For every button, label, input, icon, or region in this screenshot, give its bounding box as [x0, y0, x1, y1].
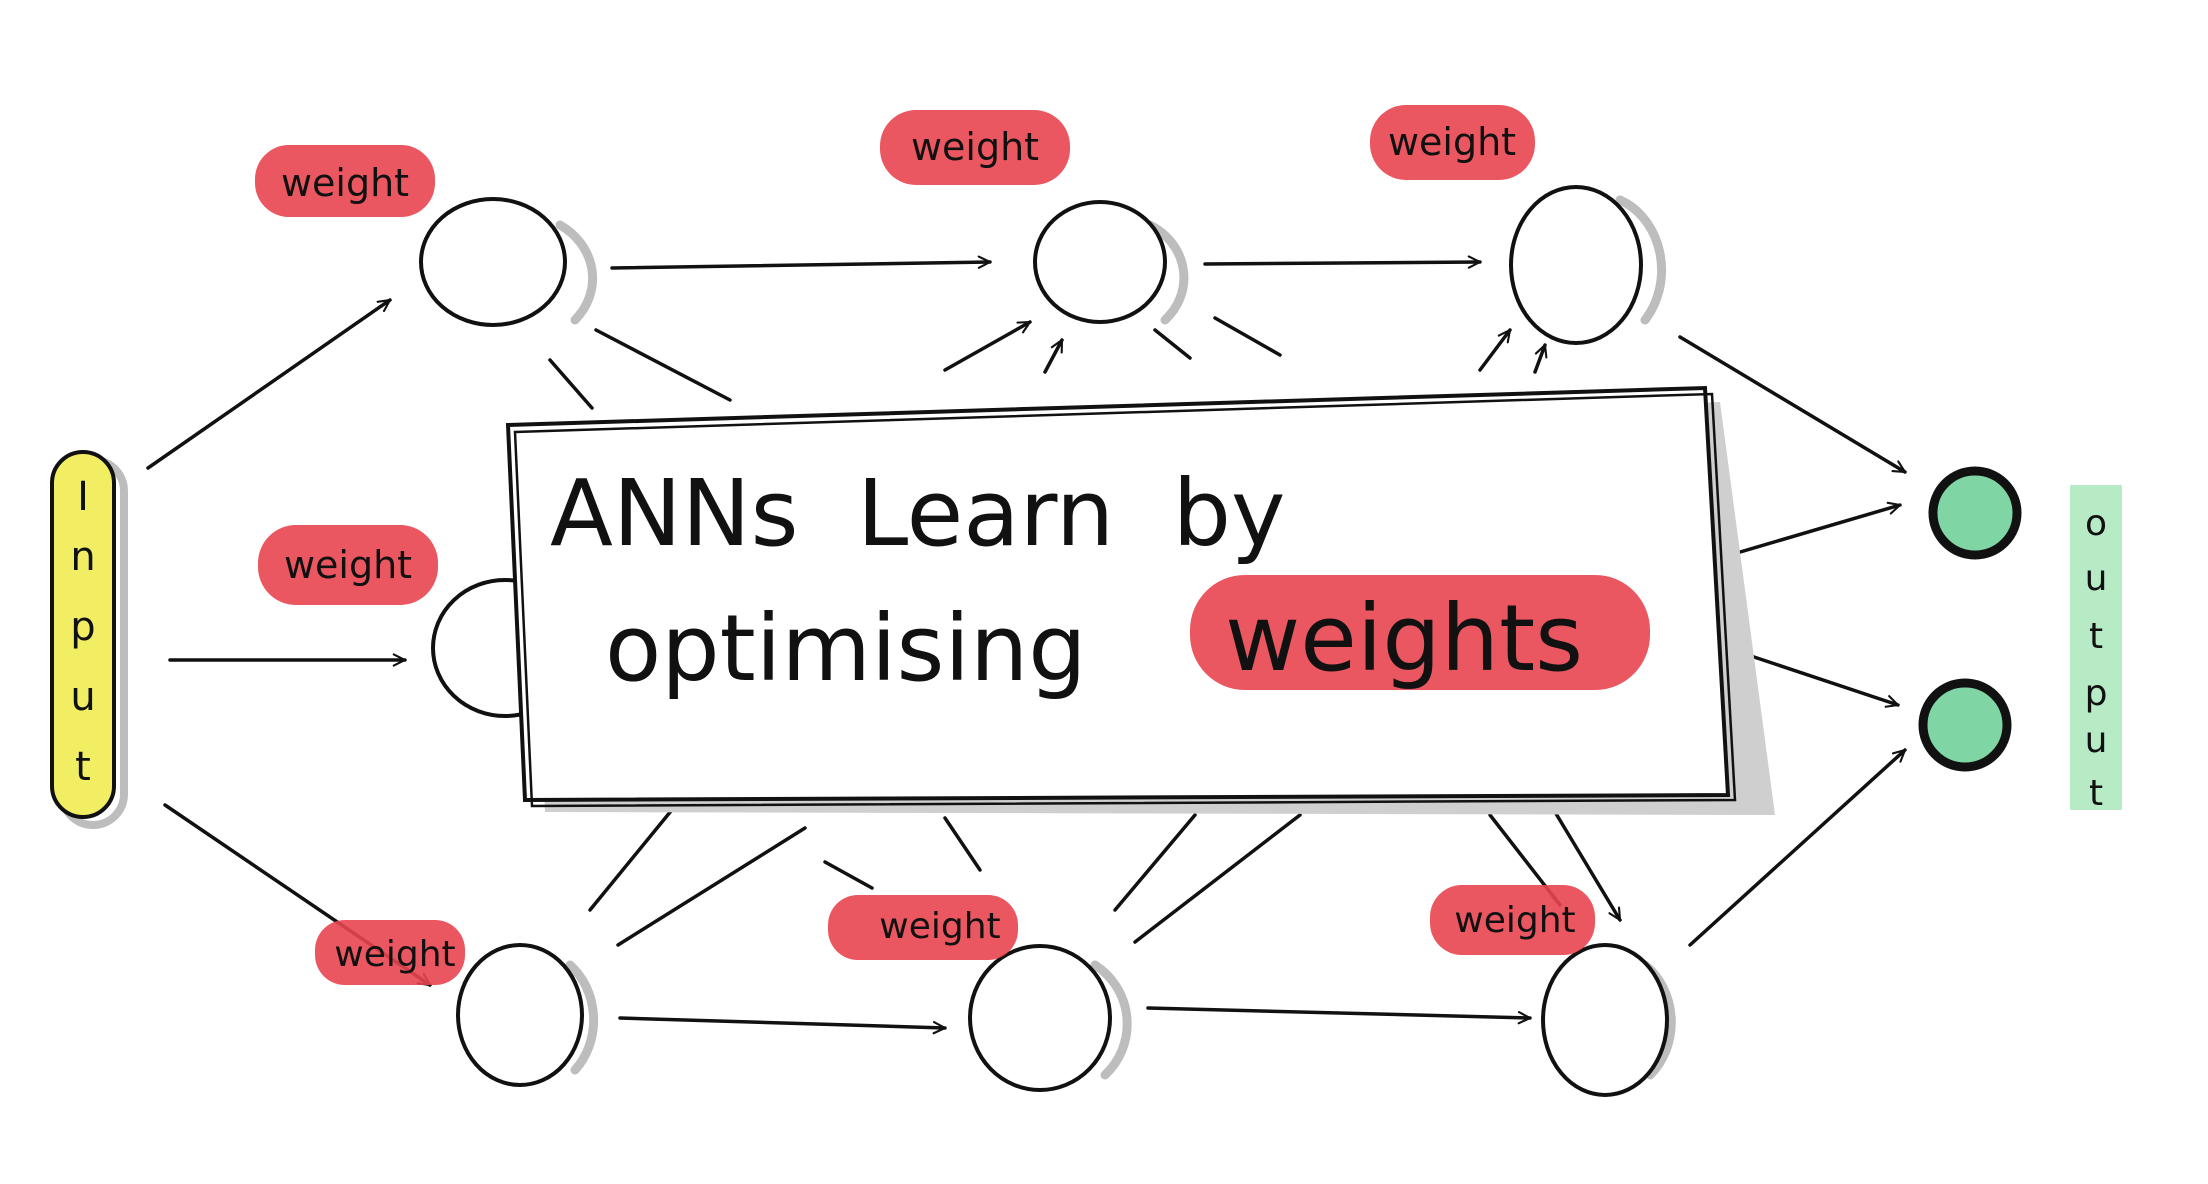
edge-hidden-to-out-2: [1746, 653, 1898, 705]
hidden-node-bottom-2: [968, 944, 1132, 1092]
output-nodes: [1918, 466, 2022, 772]
output-node-2: [1918, 678, 2012, 772]
edge-stub: [1153, 328, 1192, 360]
edge-stub: [1533, 345, 1545, 374]
hidden-node-top-1: [419, 197, 598, 327]
svg-text:weight: weight: [284, 543, 412, 587]
edge-stub: [1478, 330, 1512, 372]
edge-bottom-1-to-bottom-2: [618, 1016, 947, 1028]
edge-top-1-to-top-2: [610, 262, 992, 270]
hidden-node-top-2: [1033, 200, 1189, 325]
output-letter: t: [2089, 773, 2103, 814]
output-letter: p: [2085, 673, 2108, 714]
ann-diagram: I n p u t o u t p u t weight weight weig…: [50, 105, 2122, 1097]
output-letter: o: [2085, 503, 2107, 544]
output-letter: t: [2089, 616, 2103, 657]
hidden-node-bottom-3: [1541, 943, 1676, 1097]
weight-tag: weight: [255, 145, 435, 217]
input-letter: n: [70, 534, 95, 580]
edge-stub: [588, 798, 682, 912]
edge-bottom-2-to-bottom-3: [1146, 1006, 1532, 1018]
edge-stub: [594, 328, 732, 402]
banner-line-1: ANNs Learn by: [550, 460, 1285, 567]
input-letter: p: [70, 604, 95, 650]
output-node-1: [1928, 466, 2022, 560]
output-letter: u: [2085, 558, 2108, 599]
input-pill: I n p u t: [50, 450, 128, 829]
edge-stub: [1133, 813, 1302, 944]
edge-stub: [943, 320, 1030, 372]
svg-text:weight: weight: [879, 906, 1000, 947]
input-letter: u: [70, 674, 95, 720]
weight-tag: weight: [828, 895, 1018, 960]
input-letter: I: [77, 474, 89, 520]
edge-stub: [943, 816, 982, 872]
output-letter: u: [2085, 720, 2108, 761]
weight-tag: weight: [1370, 105, 1535, 180]
banner-line-2-prefix: optimising: [605, 595, 1087, 702]
title-banner: ANNs Learn by optimising weights: [505, 385, 1775, 815]
hidden-node-top-3: [1509, 185, 1667, 345]
edge-stub: [616, 826, 807, 947]
edge-stub: [1043, 340, 1064, 374]
edge-top-2-to-top-3: [1203, 262, 1482, 264]
input-letter: t: [75, 744, 91, 790]
edge-hidden-to-out-1: [1728, 505, 1900, 557]
edge-stub: [1213, 316, 1282, 357]
svg-text:weight: weight: [1388, 120, 1516, 164]
weight-tag: weight: [1430, 885, 1595, 955]
hidden-node-bottom-1: [456, 943, 599, 1087]
output-label: o u t p u t: [2070, 485, 2122, 814]
svg-text:weight: weight: [281, 161, 409, 205]
weight-tag: weight: [315, 920, 465, 985]
weight-tag: weight: [258, 525, 438, 605]
banner-line-2-highlight: weights: [1225, 585, 1583, 692]
svg-text:weight: weight: [334, 934, 455, 975]
svg-text:weight: weight: [1454, 900, 1575, 941]
edge-stub: [1113, 813, 1197, 912]
edge-stub: [548, 358, 594, 410]
svg-text:weight: weight: [911, 125, 1039, 169]
weight-tag: weight: [880, 110, 1070, 185]
edge-input-to-top: [146, 298, 390, 470]
edge-stub: [823, 860, 874, 890]
